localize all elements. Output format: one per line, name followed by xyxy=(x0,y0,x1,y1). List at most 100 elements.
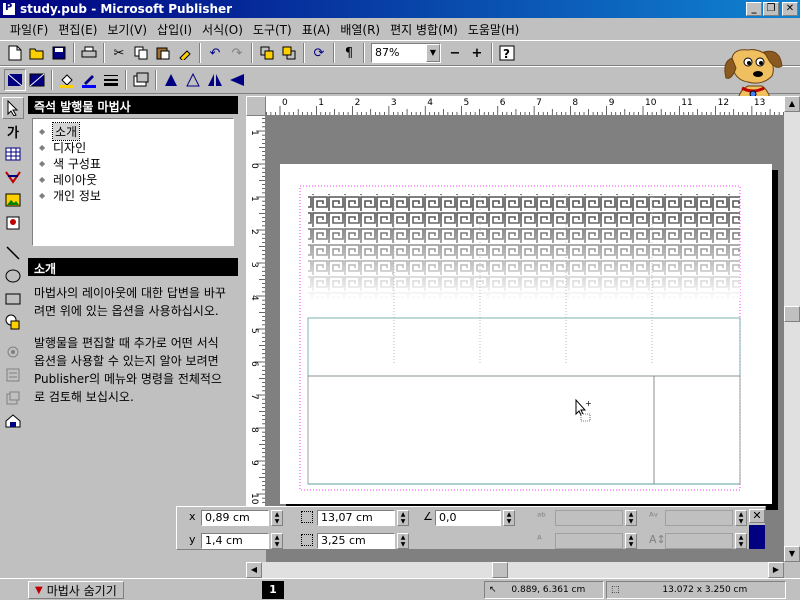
x-spin-icon[interactable]: ▲ ▼ xyxy=(271,510,283,526)
menu-help[interactable]: 도움말(H) xyxy=(464,19,524,40)
picture-frame-tool-icon[interactable] xyxy=(2,189,24,211)
kerning-spin-icon[interactable]: ▲ ▼ xyxy=(735,510,747,526)
horizontal-scroll-thumb[interactable] xyxy=(492,562,508,578)
menu-arrange[interactable]: 배열(R) xyxy=(336,19,384,40)
rotate-right-icon[interactable] xyxy=(182,69,204,91)
menu-format[interactable]: 서식(O) xyxy=(198,19,247,40)
rotate-icon[interactable]: ⟳ xyxy=(308,42,330,64)
y-spin-icon[interactable]: ▲ ▼ xyxy=(271,533,283,549)
line-tool-icon[interactable] xyxy=(2,242,24,264)
y-position-input[interactable]: 1,4 cm xyxy=(201,533,269,549)
text-frame-tool-icon[interactable]: 가 xyxy=(2,120,24,142)
close-button[interactable]: ✕ xyxy=(782,2,798,16)
char-scaling-input[interactable] xyxy=(555,533,623,549)
minimize-button[interactable]: _ xyxy=(746,2,762,16)
menu-mail-merge[interactable]: 편지 병합(M) xyxy=(386,19,462,40)
rotation-input[interactable]: 0,0 xyxy=(435,510,501,526)
open-folder-icon[interactable] xyxy=(26,42,48,64)
menu-view[interactable]: 보기(V) xyxy=(103,19,151,40)
wizard-step-layout[interactable]: ◆ 레이아웃 xyxy=(39,171,227,187)
menu-file[interactable]: 파일(F) xyxy=(6,19,52,40)
width-spin-icon[interactable]: ▲ ▼ xyxy=(397,510,409,526)
line-style-icon[interactable] xyxy=(100,69,122,91)
new-document-icon[interactable] xyxy=(4,42,26,64)
standard-toolbar: ✂ ↶ ↷ ⟳ ¶ 87% ▼ − + ? xyxy=(0,40,800,66)
wizard-step-color-scheme[interactable]: ◆ 색 구성표 xyxy=(39,155,227,171)
scroll-left-icon[interactable]: ◀ xyxy=(246,562,262,578)
rotation-spin-icon[interactable]: ▲ ▼ xyxy=(503,510,515,526)
send-to-back-icon[interactable] xyxy=(278,42,300,64)
line-color-icon[interactable] xyxy=(78,69,100,91)
ruler-origin[interactable] xyxy=(246,96,266,116)
table-frame-tool-icon[interactable] xyxy=(2,143,24,165)
horizontal-scrollbar[interactable]: ◀ ▶ xyxy=(246,562,784,578)
oval-tool-icon[interactable] xyxy=(2,265,24,287)
flip-vertical-icon[interactable] xyxy=(226,69,248,91)
width-input[interactable]: 13,07 cm xyxy=(317,510,395,526)
pointer-tool-icon[interactable] xyxy=(2,97,24,119)
x-position-input[interactable]: 0,89 cm xyxy=(201,510,269,526)
vertical-scrollbar[interactable]: ▲ ▼ xyxy=(784,96,800,562)
height-input[interactable]: 3,25 cm xyxy=(317,533,395,549)
cut-icon[interactable]: ✂ xyxy=(108,42,130,64)
redo-icon[interactable]: ↷ xyxy=(226,42,248,64)
ruler-label: 12 xyxy=(718,98,729,108)
publication-page[interactable]: + xyxy=(280,164,772,504)
wizard-step-personal-info[interactable]: ◆ 개인 정보 xyxy=(39,187,227,203)
menu-insert[interactable]: 삽입(I) xyxy=(153,19,196,40)
ole-object-tool-icon[interactable] xyxy=(2,341,24,363)
wizard-step-design[interactable]: ◆ 디자인 xyxy=(39,139,227,155)
kerning-input[interactable] xyxy=(665,510,733,526)
frame-alt-icon[interactable] xyxy=(26,69,48,91)
design-gallery-tool-icon[interactable] xyxy=(2,410,24,432)
paste-icon[interactable] xyxy=(152,42,174,64)
clip-gallery-tool-icon[interactable] xyxy=(2,212,24,234)
fill-color-icon[interactable] xyxy=(56,69,78,91)
page-navigator[interactable]: 1 xyxy=(262,581,284,599)
menu-edit[interactable]: 편집(E) xyxy=(54,19,101,40)
line-spacing-input[interactable] xyxy=(665,533,733,549)
char-spacing-input[interactable] xyxy=(555,510,623,526)
scroll-up-icon[interactable]: ▲ xyxy=(784,96,800,112)
line-spacing-spin-icon[interactable]: ▲ ▼ xyxy=(735,533,747,549)
help-icon[interactable]: ? xyxy=(496,42,518,64)
measurements-title-strip[interactable] xyxy=(749,525,765,549)
rotate-left-icon[interactable] xyxy=(160,69,182,91)
zoom-in-button[interactable]: + xyxy=(466,42,488,64)
measurements-close-button[interactable]: ✕ xyxy=(749,509,765,523)
publisher-app-icon[interactable] xyxy=(2,2,16,16)
form-control-tool-icon[interactable] xyxy=(2,364,24,386)
zoom-dropdown-arrow-icon[interactable]: ▼ xyxy=(426,44,440,62)
wizard-step-introduction[interactable]: ◆ 소개 xyxy=(39,121,227,141)
bring-to-front-icon[interactable] xyxy=(256,42,278,64)
print-icon[interactable] xyxy=(78,42,100,64)
zoom-out-button[interactable]: − xyxy=(444,42,466,64)
custom-shapes-tool-icon[interactable] xyxy=(2,311,24,333)
flip-horizontal-icon[interactable] xyxy=(204,69,226,91)
svg-text:+: + xyxy=(585,399,592,408)
copy-icon[interactable] xyxy=(130,42,152,64)
frame-icon[interactable] xyxy=(4,69,26,91)
workspace-canvas[interactable]: + xyxy=(266,116,784,562)
height-spin-icon[interactable]: ▲ ▼ xyxy=(397,533,409,549)
menu-table[interactable]: 표(A) xyxy=(298,19,335,40)
html-code-tool-icon[interactable] xyxy=(2,387,24,409)
hide-wizard-button[interactable]: ▼ 마법사 숨기기 xyxy=(28,581,124,599)
scroll-right-icon[interactable]: ▶ xyxy=(768,562,784,578)
menu-tools[interactable]: 도구(T) xyxy=(249,19,296,40)
save-icon[interactable] xyxy=(48,42,70,64)
format-painter-icon[interactable] xyxy=(174,42,196,64)
undo-icon[interactable]: ↶ xyxy=(204,42,226,64)
vertical-ruler[interactable]: 1 0 1 2 3 4 5 6 7 8 9 10 xyxy=(246,116,266,506)
char-spacing-spin-icon[interactable]: ▲ ▼ xyxy=(625,510,637,526)
wordart-tool-icon[interactable] xyxy=(2,166,24,188)
horizontal-ruler[interactable]: 0 1 2 3 4 5 6 7 8 9 10 11 12 13 xyxy=(266,96,784,116)
char-scaling-spin-icon[interactable]: ▲ ▼ xyxy=(625,533,637,549)
rectangle-tool-icon[interactable] xyxy=(2,288,24,310)
scroll-down-icon[interactable]: ▼ xyxy=(784,546,800,562)
zoom-select[interactable]: 87% ▼ xyxy=(371,43,441,63)
show-special-characters-icon[interactable]: ¶ xyxy=(338,42,360,64)
object-properties-icon[interactable] xyxy=(130,69,152,91)
restore-button[interactable]: ❐ xyxy=(763,2,779,16)
vertical-scroll-thumb[interactable] xyxy=(784,306,800,322)
